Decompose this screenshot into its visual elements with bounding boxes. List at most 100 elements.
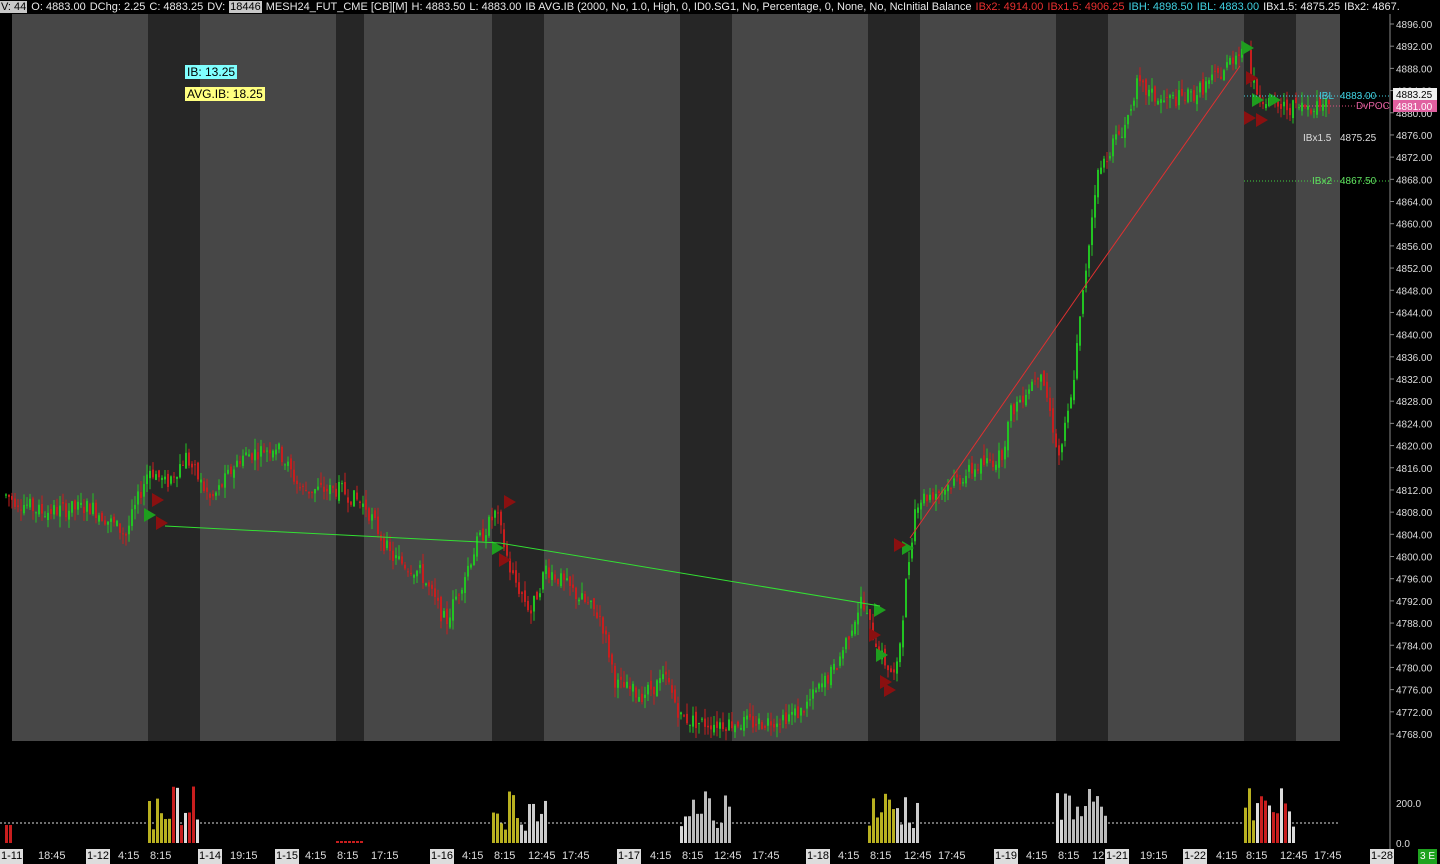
candle-body xyxy=(242,455,244,466)
time-axis-time-label: 4:15 xyxy=(650,850,672,862)
candle-body xyxy=(1124,124,1126,138)
candle-body xyxy=(101,512,103,522)
time-axis-date-label: 1-11 xyxy=(0,849,24,864)
rth-session-bg xyxy=(1296,14,1340,741)
candle-body xyxy=(677,703,679,718)
candle-body xyxy=(1322,104,1324,111)
candle-body xyxy=(419,565,421,568)
candle-body xyxy=(506,544,508,556)
corner-indicator[interactable]: 3 E xyxy=(1418,849,1438,864)
time-axis-time-label: 12:45 xyxy=(528,850,556,862)
candle-body xyxy=(617,679,619,688)
candle-body xyxy=(149,470,151,479)
candle-body xyxy=(1031,381,1033,391)
candle-body xyxy=(98,515,100,522)
time-axis-time-label: 18:45 xyxy=(38,850,66,862)
candle-body xyxy=(338,481,340,501)
avg-ib-badge: AVG.IB: 18.25 xyxy=(185,87,265,101)
candle-body xyxy=(464,577,466,594)
candle-body xyxy=(1289,107,1291,116)
chart-header: V: 44 O: 4883.00 DChg: 2.25 C: 4883.25 DV: 18… xyxy=(0,0,1440,14)
candle-body xyxy=(566,578,568,581)
volume-bar xyxy=(1092,801,1095,843)
candle-body xyxy=(1013,404,1015,415)
volume-bar xyxy=(520,824,523,843)
candle-body xyxy=(539,593,541,598)
price-chart[interactable]: 4896.004892.004888.004884.004880.004876.… xyxy=(0,0,1440,864)
candle-body xyxy=(587,602,589,604)
header-symbol[interactable]: MESH24_FUT_CME [CB][M] xyxy=(266,1,408,13)
volume-bar xyxy=(692,799,695,843)
candle-body xyxy=(176,476,178,479)
header-study[interactable]: IB AVG.IB (2000, No, 1.0, High, 0, ID0.S… xyxy=(525,1,971,13)
candle-body xyxy=(266,450,268,452)
candle-body xyxy=(1004,446,1006,460)
rth-session-bg xyxy=(12,14,148,741)
candle-body xyxy=(797,706,799,719)
price-tick-label: 4820.00 xyxy=(1396,442,1433,453)
candle-body xyxy=(680,712,682,715)
candle-body xyxy=(653,686,655,695)
ibx15-name-label: IBx1.5 xyxy=(1303,133,1332,144)
volume-bar xyxy=(892,809,895,843)
time-axis-date-label: 1-14 xyxy=(198,849,223,864)
candle-body xyxy=(734,725,736,733)
candle-body xyxy=(53,505,55,515)
candle-body xyxy=(542,572,544,590)
candle-body xyxy=(737,721,739,727)
price-tick-label: 4848.00 xyxy=(1396,286,1433,297)
candle-body xyxy=(341,483,343,485)
header-open: O: 4883.00 xyxy=(31,1,86,13)
candle-body xyxy=(50,509,52,514)
candle-body xyxy=(26,504,28,506)
candle-body xyxy=(557,578,559,585)
candle-body xyxy=(896,661,898,674)
volume-bar xyxy=(336,841,339,843)
volume-bar xyxy=(1100,806,1103,843)
candle-body xyxy=(1316,101,1318,115)
price-tick-label: 4788.00 xyxy=(1396,619,1433,630)
candle-body xyxy=(893,669,895,673)
candle-body xyxy=(560,573,562,587)
price-tick-label: 4840.00 xyxy=(1396,331,1433,342)
volume-bar xyxy=(352,841,355,843)
candle-body xyxy=(974,469,976,477)
candle-body xyxy=(245,452,247,455)
candle-body xyxy=(428,582,430,587)
candle-body xyxy=(146,474,148,485)
candle-body xyxy=(644,694,646,699)
candle-body xyxy=(335,488,337,497)
candle-body xyxy=(323,486,325,492)
candle-body xyxy=(704,718,706,727)
candle-body xyxy=(1019,399,1021,403)
time-axis[interactable]: 1-11 18:45 1-12 4:15 8:15 1-14 19:15 1-15 4:15 8:… xyxy=(0,849,1395,864)
time-axis-date-label: 1-22 xyxy=(1183,849,1208,864)
candle-body xyxy=(56,507,58,515)
candle-body xyxy=(1298,107,1300,109)
candle-body xyxy=(1127,114,1129,125)
candle-body xyxy=(812,689,814,699)
volume-bar xyxy=(1268,805,1271,843)
time-axis-time-label: 8:15 xyxy=(870,850,892,862)
candle-body xyxy=(281,446,283,463)
candle-body xyxy=(212,493,214,497)
candle-body xyxy=(68,510,70,520)
time-axis-time-label: 17:45 xyxy=(1314,850,1342,862)
candle-body xyxy=(500,511,502,526)
candle-body xyxy=(86,500,88,512)
candle-body xyxy=(866,613,868,615)
candle-body xyxy=(1136,78,1138,100)
candle-body xyxy=(731,721,733,729)
volume-bar xyxy=(344,841,347,843)
candle-body xyxy=(173,476,175,478)
candle-body xyxy=(674,689,676,703)
time-axis-time-label: 4:15 xyxy=(462,850,484,862)
candle-body xyxy=(998,450,1000,468)
candle-body xyxy=(698,722,700,725)
time-axis-time-label: 17:45 xyxy=(752,850,780,862)
candle-body xyxy=(545,565,547,574)
candle-body xyxy=(380,534,382,541)
volume-bar xyxy=(916,802,919,843)
candle-body xyxy=(116,520,118,527)
ibx15-value-label: 4875.25 xyxy=(1340,133,1377,144)
